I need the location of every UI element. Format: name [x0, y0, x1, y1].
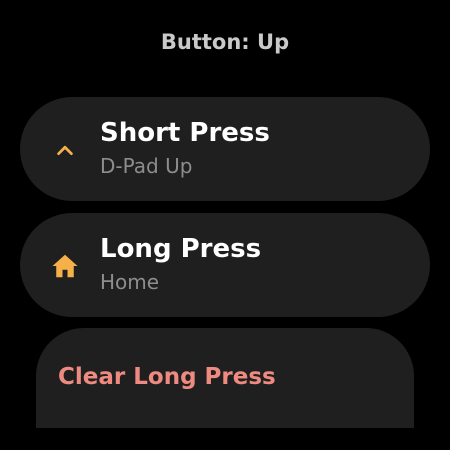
long-press-label: Long Press: [100, 234, 262, 264]
long-press-value: Home: [100, 270, 160, 294]
short-press-value: D-Pad Up: [100, 154, 193, 178]
clear-long-press-button[interactable]: Clear Long Press: [36, 328, 414, 428]
watch-screen: Button: Up Short Press D-Pad Up Long Pre…: [0, 0, 450, 450]
page-title: Button: Up: [160, 30, 290, 54]
clear-long-press-label: Clear Long Press: [58, 364, 276, 390]
short-press-label: Short Press: [100, 118, 270, 148]
short-press-chip[interactable]: Short Press D-Pad Up: [20, 97, 430, 201]
home-icon: [50, 251, 80, 281]
long-press-chip[interactable]: Long Press Home: [20, 213, 430, 317]
chevron-up-icon: [50, 135, 80, 165]
